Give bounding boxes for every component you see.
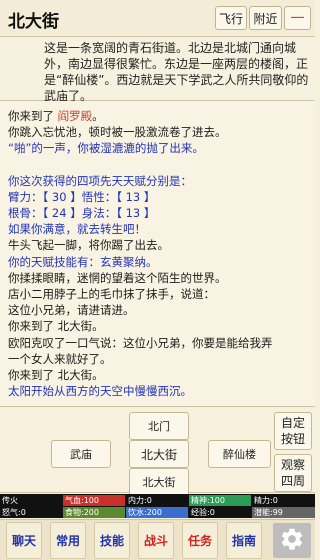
current-location-button[interactable]: 北大街 — [129, 440, 189, 468]
bar-label: 经验:0 — [191, 508, 215, 517]
log-line: 这位小兄弟，请进请进。 — [8, 303, 135, 318]
status-bar: 精力:0 — [252, 495, 315, 506]
status-bar: 潜能:99 — [252, 507, 315, 518]
log-line: 臂力：【 30 】悟性：【 13 】 — [8, 189, 156, 204]
custom-button[interactable]: 自定按钮 — [274, 412, 312, 450]
bar-label: 饮水:200 — [128, 508, 162, 517]
log-line: 太阳开始从西方的天空中慢慢西沉。 — [8, 384, 192, 399]
status-bar: 怒气:0 — [0, 507, 62, 518]
status-bar: 内力:0 — [126, 495, 188, 506]
log-line: 你来到了 北大街。 — [8, 319, 104, 334]
location-description: 这是一条宽阔的青石街道。北边是北城门通向城外，南边显得很繁忙。东边是一座两层的楼… — [0, 37, 315, 103]
log-line: 欧阳克叹了一口气说：这位小兄弟，你要是能给我弄 — [8, 335, 273, 350]
nearby-button[interactable]: 附近 — [249, 6, 282, 30]
log-line: 如果你满意，就去转生吧！ — [8, 222, 146, 237]
log-line: 你的天赋技能有：玄黄聚纳。 — [8, 254, 158, 269]
status-bar: 经验:0 — [189, 507, 251, 518]
tab-task[interactable]: 任务 — [182, 522, 218, 559]
bar-label: 潜能:99 — [254, 508, 283, 517]
log-line: 店小二用脖子上的毛巾抹了抹手，说道： — [8, 287, 215, 302]
collapse-button[interactable]: 一 — [284, 6, 311, 30]
status-bar: 食物:200 — [63, 507, 125, 518]
gear-icon — [279, 526, 305, 556]
place-link[interactable]: 阎罗殿 — [58, 109, 93, 123]
status-bar: 传火 — [0, 495, 62, 506]
tab-battle[interactable]: 战斗 — [138, 522, 174, 559]
log-line: 牛头飞起一脚，将你踢了出去。 — [8, 238, 169, 253]
bar-label: 怒气:0 — [2, 508, 26, 517]
bar-label: 精神:100 — [191, 496, 225, 505]
log-line: 根骨：【 24 】身法：【 13 】 — [8, 206, 156, 221]
fly-button[interactable]: 飞行 — [215, 6, 247, 30]
bottom-tab-bar: 聊天 常用 技能 战斗 任务 指南 — [0, 519, 315, 560]
tab-common[interactable]: 常用 — [50, 522, 86, 559]
exit-east-button[interactable]: 醉仙楼 — [208, 440, 271, 468]
exit-map: 北门 武庙 北大街 醉仙楼 北大街 自定按钮 观察四周 — [0, 408, 315, 496]
tab-skill[interactable]: 技能 — [94, 522, 130, 559]
location-header: 北大街 飞行 附近 一 — [0, 0, 315, 37]
log-spacer — [8, 157, 303, 173]
observe-button[interactable]: 观察四周 — [274, 454, 312, 492]
status-bars: 传火 气血:100 内力:0 精神:100 精力:0 怒气:0 食物:200 饮… — [0, 494, 315, 518]
settings-button[interactable] — [273, 523, 311, 558]
log-line: 你跳入忘忧池，顿时被一股激流卷了进去。 — [8, 125, 227, 140]
exit-south-button[interactable]: 北大街 — [129, 468, 189, 496]
status-bar: 气血:100 — [63, 495, 125, 506]
status-bar: 饮水:200 — [126, 507, 188, 518]
log-line: 你来到了 阎罗殿。 — [8, 109, 104, 123]
status-bar: 精神:100 — [189, 495, 251, 506]
log-line: 你揉揉眼睛，迷惘的望着这个陌生的世界。 — [8, 270, 227, 285]
log-line: “啪”的一声，你被湿漉漉的抛了出来。 — [8, 141, 204, 156]
log-line: 一个女人来就好了。 — [8, 351, 112, 366]
exit-west-button[interactable]: 武庙 — [51, 440, 111, 468]
bar-label: 食物:200 — [65, 508, 99, 517]
tab-guide[interactable]: 指南 — [226, 522, 262, 559]
bar-label: 精力:0 — [254, 496, 278, 505]
bar-label: 传火 — [2, 496, 18, 505]
location-title: 北大街 — [8, 12, 59, 32]
log-line: 你来到了 北大街。 — [8, 368, 104, 383]
message-log[interactable]: 你来到了 阎罗殿。 你跳入忘忧池，顿时被一股激流卷了进去。 “啪”的一声，你被湿… — [0, 101, 315, 407]
log-line: 你这次获得的四项先天天赋分别是： — [8, 173, 192, 188]
bar-label: 气血:100 — [65, 496, 99, 505]
tab-chat[interactable]: 聊天 — [6, 522, 42, 559]
exit-north-button[interactable]: 北门 — [129, 412, 189, 440]
bar-label: 内力:0 — [128, 496, 152, 505]
